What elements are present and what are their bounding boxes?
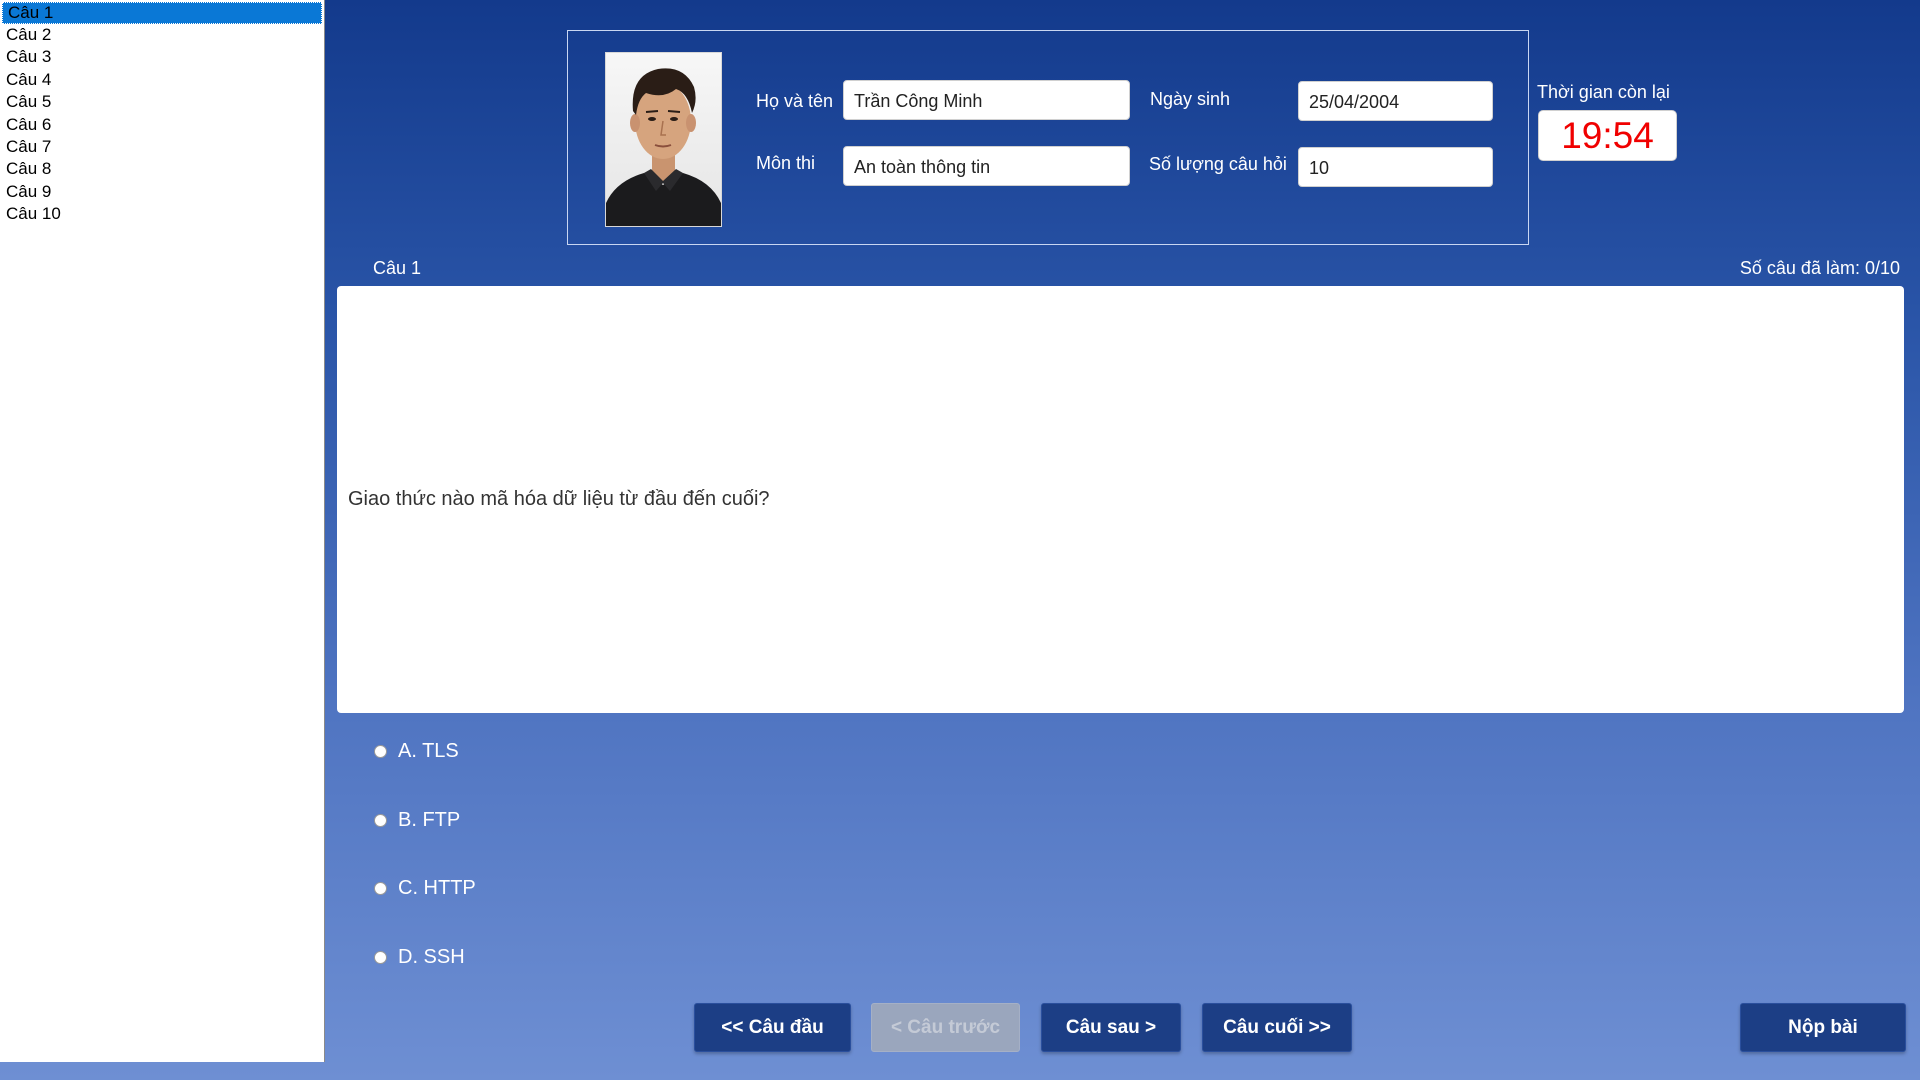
- question-list-item[interactable]: Câu 10: [0, 203, 324, 225]
- last-question-button[interactable]: Câu cuối >>: [1202, 1003, 1352, 1052]
- person-photo-icon: [606, 68, 721, 226]
- answer-option-b[interactable]: B. FTP: [374, 809, 460, 832]
- name-label: Họ và tên: [756, 91, 834, 111]
- question-list-item[interactable]: Câu 7: [0, 136, 324, 158]
- next-question-button[interactable]: Câu sau >: [1041, 1003, 1181, 1052]
- question-list-item[interactable]: Câu 5: [0, 91, 324, 113]
- question-list-item[interactable]: Câu 2: [0, 24, 324, 46]
- answer-option-label: B. FTP: [398, 809, 461, 831]
- question-count-label: Số lượng câu hỏi: [1149, 154, 1287, 174]
- question-list-item[interactable]: Câu 9: [0, 181, 324, 203]
- answer-option-a[interactable]: A. TLS: [374, 740, 459, 763]
- radio-button-icon[interactable]: [374, 745, 387, 758]
- first-question-button[interactable]: << Câu đầu: [694, 1003, 851, 1052]
- radio-button-icon[interactable]: [374, 814, 387, 827]
- question-list[interactable]: Câu 1 Câu 2 Câu 3 Câu 4 Câu 5 Câu 6 Câu …: [0, 0, 325, 1062]
- answer-option-d[interactable]: D. SSH: [374, 946, 465, 969]
- question-list-item[interactable]: Câu 4: [0, 69, 324, 91]
- question-list-item[interactable]: Câu 1: [2, 2, 322, 24]
- question-box: Giao thức nào mã hóa dữ liệu từ đầu đến …: [337, 286, 1904, 713]
- progress-label: Số câu đã làm: 0/10: [1739, 258, 1900, 278]
- dob-label: Ngày sinh: [1150, 89, 1231, 109]
- name-field[interactable]: Trần Công Minh: [843, 80, 1130, 120]
- answer-option-label: C. HTTP: [398, 877, 476, 899]
- timer-display: 19:54: [1538, 110, 1677, 161]
- student-photo: [605, 52, 722, 227]
- radio-button-icon[interactable]: [374, 951, 387, 964]
- question-list-item[interactable]: Câu 6: [0, 114, 324, 136]
- subject-label: Môn thi: [756, 153, 816, 173]
- dob-field[interactable]: 25/04/2004: [1298, 81, 1493, 121]
- answer-option-label: A. TLS: [398, 740, 459, 762]
- student-info-panel: Họ và tên Trần Công Minh Ngày sinh 25/04…: [567, 30, 1529, 245]
- question-number-label: Câu 1: [373, 258, 422, 278]
- previous-question-button[interactable]: < Câu trước: [871, 1003, 1020, 1052]
- subject-field[interactable]: An toàn thông tin: [843, 146, 1130, 186]
- timer-label: Thời gian còn lại: [1537, 82, 1670, 102]
- radio-button-icon[interactable]: [374, 882, 387, 895]
- answer-option-label: D. SSH: [398, 946, 465, 968]
- question-text: Giao thức nào mã hóa dữ liệu từ đầu đến …: [348, 488, 770, 510]
- answer-option-c[interactable]: C. HTTP: [374, 877, 476, 900]
- submit-button[interactable]: Nộp bài: [1740, 1003, 1906, 1052]
- question-list-item[interactable]: Câu 8: [0, 158, 324, 180]
- question-count-field[interactable]: 10: [1298, 147, 1493, 187]
- question-list-item[interactable]: Câu 3: [0, 46, 324, 68]
